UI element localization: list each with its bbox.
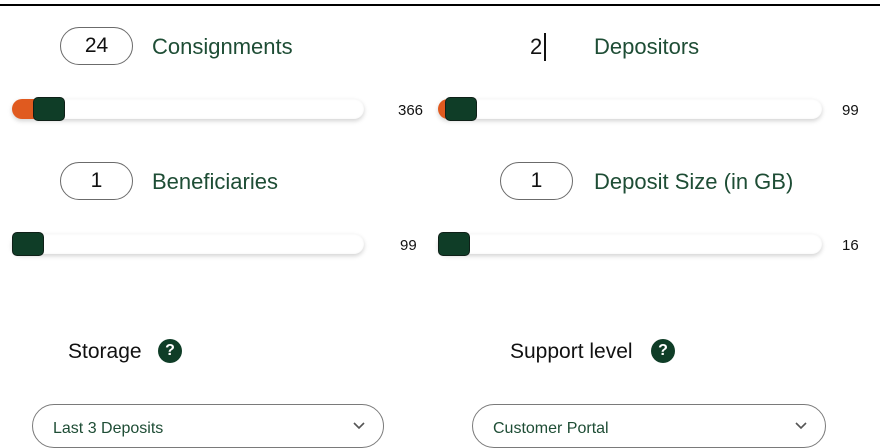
support-level-help-icon[interactable]: ? xyxy=(651,339,675,363)
support-level-selected-value: Customer Portal xyxy=(493,420,609,437)
consignments-input[interactable]: 24 xyxy=(60,27,133,65)
depositors-slider-thumb[interactable] xyxy=(445,97,477,121)
storage-selected-value: Last 3 Deposits xyxy=(53,420,164,437)
storage-select[interactable]: Last 3 Deposits xyxy=(32,404,384,448)
deposit-size-slider[interactable] xyxy=(438,232,822,256)
beneficiaries-slider[interactable] xyxy=(12,232,364,256)
top-divider xyxy=(0,4,880,6)
deposit-size-input[interactable]: 1 xyxy=(500,162,573,200)
consignments-max-label: 366 xyxy=(398,102,424,119)
text-caret xyxy=(544,33,546,61)
storage-help-icon[interactable]: ? xyxy=(158,339,182,363)
storage-label: Storage xyxy=(68,340,142,363)
consignments-slider[interactable] xyxy=(12,97,364,121)
beneficiaries-max-label: 99 xyxy=(400,237,417,254)
support-level-select[interactable]: Customer Portal xyxy=(472,404,826,448)
deposit-size-slider-thumb[interactable] xyxy=(438,232,470,256)
depositors-input[interactable]: 2 xyxy=(530,33,542,61)
consignments-slider-thumb[interactable] xyxy=(33,97,65,121)
support-level-label: Support level xyxy=(510,340,633,363)
deposit-size-max-label: 16 xyxy=(842,237,859,254)
chevron-down-icon xyxy=(353,422,365,430)
depositors-label: Depositors xyxy=(594,34,700,59)
beneficiaries-label: Beneficiaries xyxy=(152,169,278,194)
depositors-max-label: 99 xyxy=(842,102,859,119)
beneficiaries-slider-thumb[interactable] xyxy=(12,232,44,256)
deposit-size-label: Deposit Size (in GB) xyxy=(594,169,794,194)
depositors-slider[interactable] xyxy=(438,97,822,121)
chevron-down-icon xyxy=(795,422,807,430)
beneficiaries-input[interactable]: 1 xyxy=(60,162,133,200)
consignments-label: Consignments xyxy=(152,34,293,59)
